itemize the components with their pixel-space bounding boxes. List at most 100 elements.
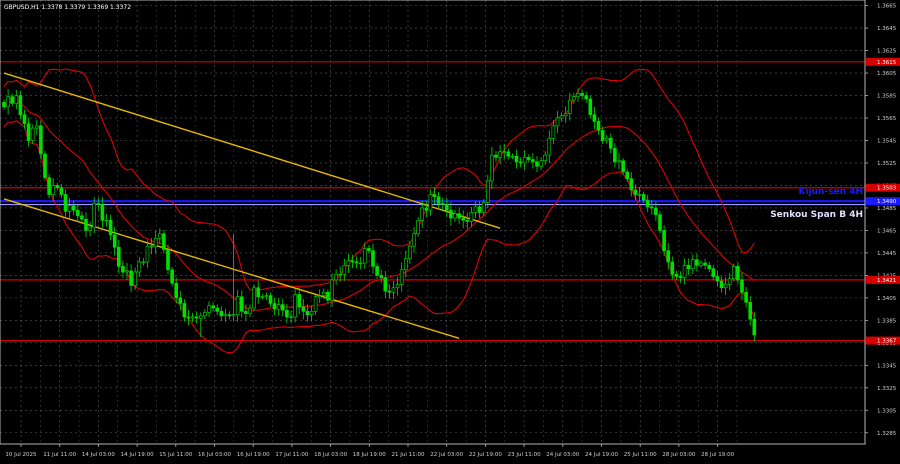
- candle-body: [412, 233, 416, 247]
- candle-body: [666, 250, 671, 263]
- candle-body: [600, 130, 605, 141]
- candle-body: [440, 203, 445, 205]
- candle-body: [588, 98, 593, 115]
- candle-body: [383, 277, 388, 292]
- y-tick-label: 1.3465: [877, 228, 897, 234]
- candle-body: [502, 151, 507, 153]
- candle-body: [117, 246, 121, 267]
- candle-body: [170, 269, 174, 284]
- candle-body: [14, 95, 19, 104]
- y-tick-label: 1.3665: [877, 4, 897, 10]
- candle-body: [526, 157, 531, 160]
- candle-body: [477, 206, 482, 213]
- candle-body: [674, 273, 679, 277]
- candle-body: [465, 220, 470, 222]
- candle-body: [444, 204, 449, 211]
- candle-body: [682, 264, 687, 278]
- candle-body: [584, 95, 589, 100]
- candle-body: [182, 303, 187, 318]
- candle-body: [2, 101, 6, 108]
- candle-body: [108, 220, 113, 236]
- x-tick-label: 25 Jul 11:00: [624, 452, 657, 458]
- x-tick-label: 14 Jul 03:00: [82, 452, 115, 458]
- price-chart[interactable]: 1.3665 1.3645 1.3625 1.3605 1.3585 1.3565 1.35…: [0, 0, 900, 460]
- candle-body: [223, 314, 228, 317]
- candle-body: [481, 202, 486, 213]
- candle-body: [240, 296, 244, 312]
- candle-body: [67, 205, 72, 212]
- x-tick-label: 28 Jul 03:00: [662, 452, 695, 458]
- candle-body: [100, 204, 105, 221]
- candle-body: [723, 284, 728, 289]
- candle-body: [43, 153, 47, 178]
- candle-body: [654, 207, 658, 215]
- candle-body: [391, 287, 396, 293]
- candle-body: [371, 250, 375, 267]
- candle-body: [297, 294, 302, 308]
- candle-body: [330, 279, 334, 301]
- candle-body: [555, 117, 560, 127]
- y-tick-label: 1.3285: [877, 431, 897, 437]
- x-tick-label: 18 Jul 19:00: [353, 452, 386, 458]
- candle-body: [662, 230, 666, 251]
- x-tick-label: 28 Jul 19:00: [701, 452, 734, 458]
- candle-body: [39, 125, 43, 155]
- candle-body: [379, 275, 384, 278]
- candle-body: [244, 311, 248, 314]
- candle-body: [494, 154, 498, 158]
- candle-body: [153, 237, 158, 247]
- candle-body: [567, 99, 572, 114]
- candle-body: [690, 259, 695, 269]
- candle-body: [731, 266, 736, 280]
- candle-body: [752, 318, 757, 336]
- candle-body: [649, 206, 654, 209]
- candle-body: [137, 261, 142, 273]
- candle-body: [543, 154, 548, 162]
- candle-body: [133, 271, 137, 286]
- candle-body: [76, 209, 80, 217]
- candle-body: [592, 114, 597, 122]
- candle-body: [621, 160, 625, 173]
- candle-body: [346, 260, 351, 266]
- candle-body: [531, 159, 535, 163]
- candle-body: [403, 258, 408, 271]
- candle-body: [125, 270, 129, 273]
- candle-body: [293, 294, 297, 318]
- candle-body: [387, 290, 392, 293]
- x-tick-label: 24 Jul 03:00: [546, 452, 579, 458]
- candle-body: [104, 220, 109, 222]
- candle-body: [748, 302, 753, 320]
- candle-body: [88, 226, 92, 231]
- candle-body: [658, 214, 662, 231]
- candle-body: [420, 207, 425, 221]
- candle-body: [453, 213, 457, 219]
- chart-canvas[interactable]: 1.3665 1.3645 1.3625 1.3605 1.3585 1.3565 1.35…: [0, 0, 900, 460]
- candle-body: [231, 314, 236, 317]
- candle-body: [510, 155, 515, 158]
- candle-body: [317, 295, 322, 298]
- candle-body: [408, 245, 412, 259]
- y-tick-label: 1.3405: [877, 296, 897, 302]
- candle-body: [10, 96, 14, 104]
- y-tick-label: 1.3485: [877, 206, 897, 212]
- y-tick-label: 1.3305: [877, 408, 897, 414]
- candle-body: [256, 287, 261, 298]
- candle-body: [342, 264, 347, 275]
- candle-body: [633, 189, 638, 195]
- candle-body: [26, 123, 31, 141]
- y-tick-label: 1.3565: [877, 116, 897, 122]
- candle-body: [272, 303, 277, 310]
- candle-body: [703, 262, 707, 266]
- level-price-label: 1.3367: [877, 339, 897, 345]
- candle-body: [92, 203, 96, 228]
- x-tick-label: 17 Jul 11:00: [275, 452, 308, 458]
- candle-body: [678, 276, 683, 278]
- candle-body: [252, 287, 256, 309]
- candle-body: [166, 249, 170, 271]
- level-price-label: 1.3503: [877, 186, 897, 192]
- candle-body: [362, 248, 367, 264]
- candle-body: [416, 220, 420, 235]
- candle-body: [203, 312, 207, 317]
- y-tick-label: 1.3445: [877, 251, 897, 257]
- candle-body: [129, 270, 133, 286]
